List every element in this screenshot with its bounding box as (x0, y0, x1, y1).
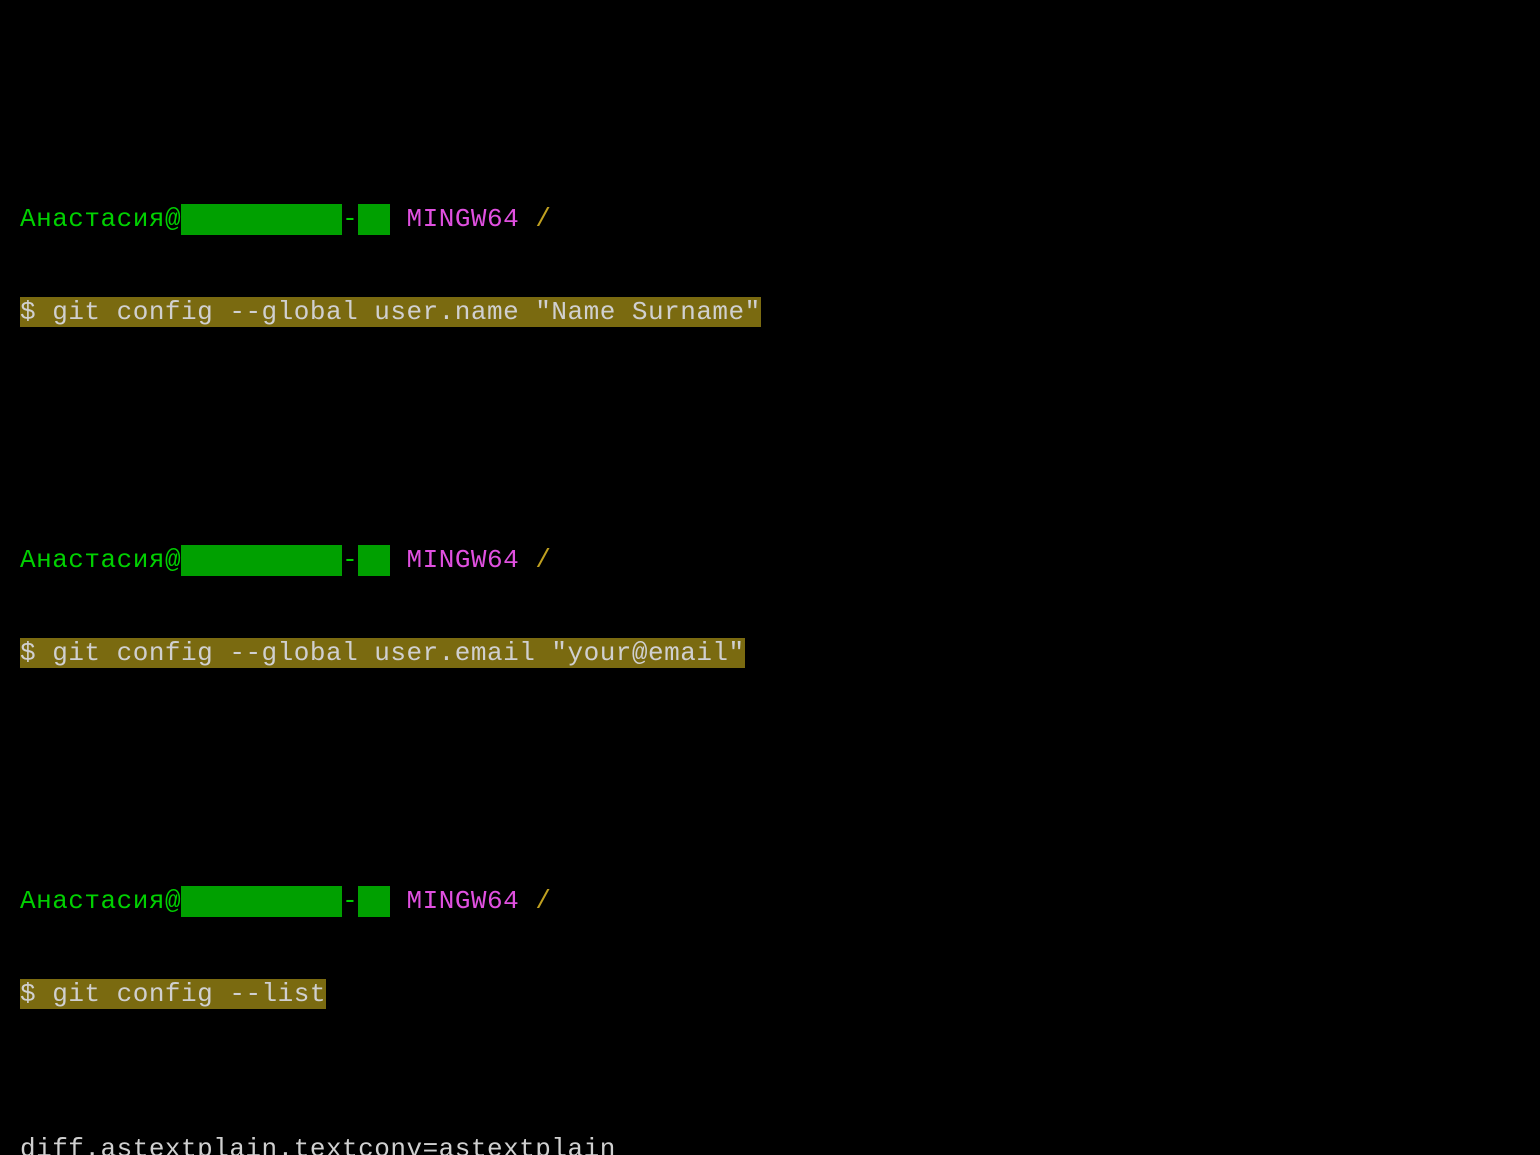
command-text: git config --list (52, 979, 326, 1009)
prompt-user: Анастасия (20, 886, 165, 916)
command-text: git config --global user.email "your@ema… (52, 638, 744, 668)
prompt-line: Анастасия@██████████-██ MINGW64 / (20, 886, 1520, 917)
prompt-env: MINGW64 (407, 886, 520, 916)
command-line: $ git config --global user.name "Name Su… (20, 297, 1520, 328)
prompt-user: Анастасия (20, 204, 165, 234)
prompt-at: @ (165, 545, 181, 575)
prompt-line: Анастасия@██████████-██ MINGW64 / (20, 204, 1520, 235)
prompt-sigil: $ (20, 297, 36, 327)
prompt-line: Анастасия@██████████-██ MINGW64 / (20, 545, 1520, 576)
prompt-path: / (535, 545, 551, 575)
command-text: git config --global user.name "Name Surn… (52, 297, 761, 327)
host-redacted: ██████████ (181, 204, 342, 235)
command-line: $ git config --global user.email "your@e… (20, 638, 1520, 669)
host-redacted: ██████████ (181, 886, 342, 917)
prompt-env: MINGW64 (407, 204, 520, 234)
terminal[interactable]: Анастасия@██████████-██ MINGW64 / $ git … (0, 0, 1540, 1155)
prompt-path: / (535, 204, 551, 234)
blank-line (20, 731, 1520, 762)
command-line: $ git config --list (20, 979, 1520, 1010)
blank-line (20, 390, 1520, 421)
host-dash: - (342, 886, 358, 916)
prompt-user: Анастасия (20, 545, 165, 575)
prompt-path: / (535, 886, 551, 916)
prompt-at: @ (165, 204, 181, 234)
host-dash: - (342, 545, 358, 575)
host-dash: - (342, 204, 358, 234)
host-redacted: ██████████ (181, 545, 342, 576)
host-redacted-2: ██ (358, 886, 390, 917)
prompt-at: @ (165, 886, 181, 916)
host-redacted-2: ██ (358, 545, 390, 576)
prompt-sigil: $ (20, 638, 36, 668)
prompt-env: MINGW64 (407, 545, 520, 575)
output-line: diff.astextplain.textconv=astextplain (20, 1134, 1520, 1155)
host-redacted-2: ██ (358, 204, 390, 235)
prompt-sigil: $ (20, 979, 36, 1009)
